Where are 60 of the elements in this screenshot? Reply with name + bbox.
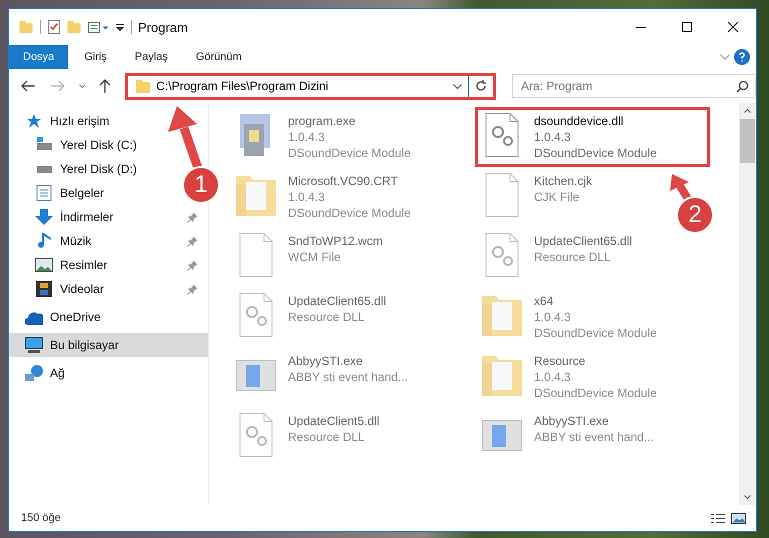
file-name[interactable]: Microsoft.VC90.CRT [288,173,411,189]
file-name[interactable]: SndToWP12.wcm [288,233,383,249]
ribbon-tab[interactable]: Giriş [72,45,119,69]
file-detail: DSoundDevice Module [534,325,657,341]
file-detail: 1.0.4.3 [534,129,572,145]
item-count: 150 öğe [21,512,61,524]
sidebar-label: Bu bilgisayar [50,338,119,352]
file-name[interactable]: AbbyySTI.exe [288,353,408,369]
file-detail: Resource DLL [288,309,366,325]
sidebar-label: Yerel Disk (D:) [60,162,137,176]
file-name[interactable]: dsounddevice.dll [534,113,657,129]
file-name[interactable]: Kitchen.cjk [534,173,592,189]
sidebar-label: Yerel Disk (C:) [60,138,137,152]
sidebar-item[interactable]: Hızlı erişim [9,109,116,133]
sidebar-label: Belgeler [60,186,104,200]
file-detail: DSoundDevice Module [288,205,411,221]
sidebar-label: Hızlı erişim [50,114,110,128]
file-detail: DSoundDevice Module [534,385,657,401]
sidebar-item[interactable]: Yerel Disk (C:) [9,133,143,157]
sidebar-label: Videolar [60,282,104,296]
file-detail: WCM File [288,249,342,265]
file-detail: Resource DLL [288,429,366,445]
highlighted-tile[interactable]: dsounddevice.dll 1.0.4.3 DSoundDevice Module [475,107,710,167]
file-detail: 1.0.4.3 [288,189,326,205]
sidebar-label: OneDrive [50,310,101,324]
file-detail: DSoundDevice Module [534,145,657,161]
sidebar-item[interactable]: Yerel Disk (D:) [9,157,143,181]
file-detail: 1.0.4.3 [288,129,326,145]
sidebar-label: Resimler [60,258,108,272]
file-detail: DSoundDevice Module [288,145,411,161]
file-name[interactable]: UpdateClient65.dll [288,293,386,309]
file-name[interactable]: Resource [534,353,657,369]
address-bar[interactable]: C:\Program Files\Program Dizini [125,72,496,100]
file-name[interactable]: UpdateClient5.dll [288,413,380,429]
sidebar-item[interactable]: Bu bilgisayar [9,333,208,357]
sidebar-item[interactable]: Müzik [9,229,208,253]
file-detail: Resource DLL [534,249,612,265]
sidebar-item[interactable]: Ağ [9,361,71,385]
sidebar-label: Müzik [60,234,92,248]
sidebar-item[interactable]: Belgeler [9,181,110,205]
file-detail: CJK File [534,189,580,205]
sidebar-label: İndirmeler [60,210,114,224]
file-detail: ABBY sti event hand... [534,429,654,445]
address-path: C:\Program Files\Program Dizini [156,79,330,93]
file-detail: 1.0.4.3 [534,309,572,325]
file-name[interactable]: program.exe [288,113,411,129]
sidebar-item[interactable]: Resimler [9,253,208,277]
ribbon-tab[interactable]: Görünüm [184,45,254,69]
file-detail: ABBY sti event hand... [288,369,408,385]
ribbon-tab[interactable]: Paylaş [122,45,180,69]
file-name[interactable]: AbbyySTI.exe [534,413,654,429]
file-name[interactable]: UpdateClient65.dll [534,233,632,249]
window-title: Program [138,20,188,34]
sidebar-item[interactable]: İndirmeler [9,205,208,229]
sidebar-item[interactable]: Videolar [9,277,208,301]
file-name[interactable]: x64 [534,293,657,309]
sidebar-item[interactable]: OneDrive [9,305,107,329]
ribbon-tab[interactable]: Dosya [9,45,68,69]
sidebar-label: Ağ [50,366,65,380]
file-detail: 1.0.4.3 [534,369,572,385]
